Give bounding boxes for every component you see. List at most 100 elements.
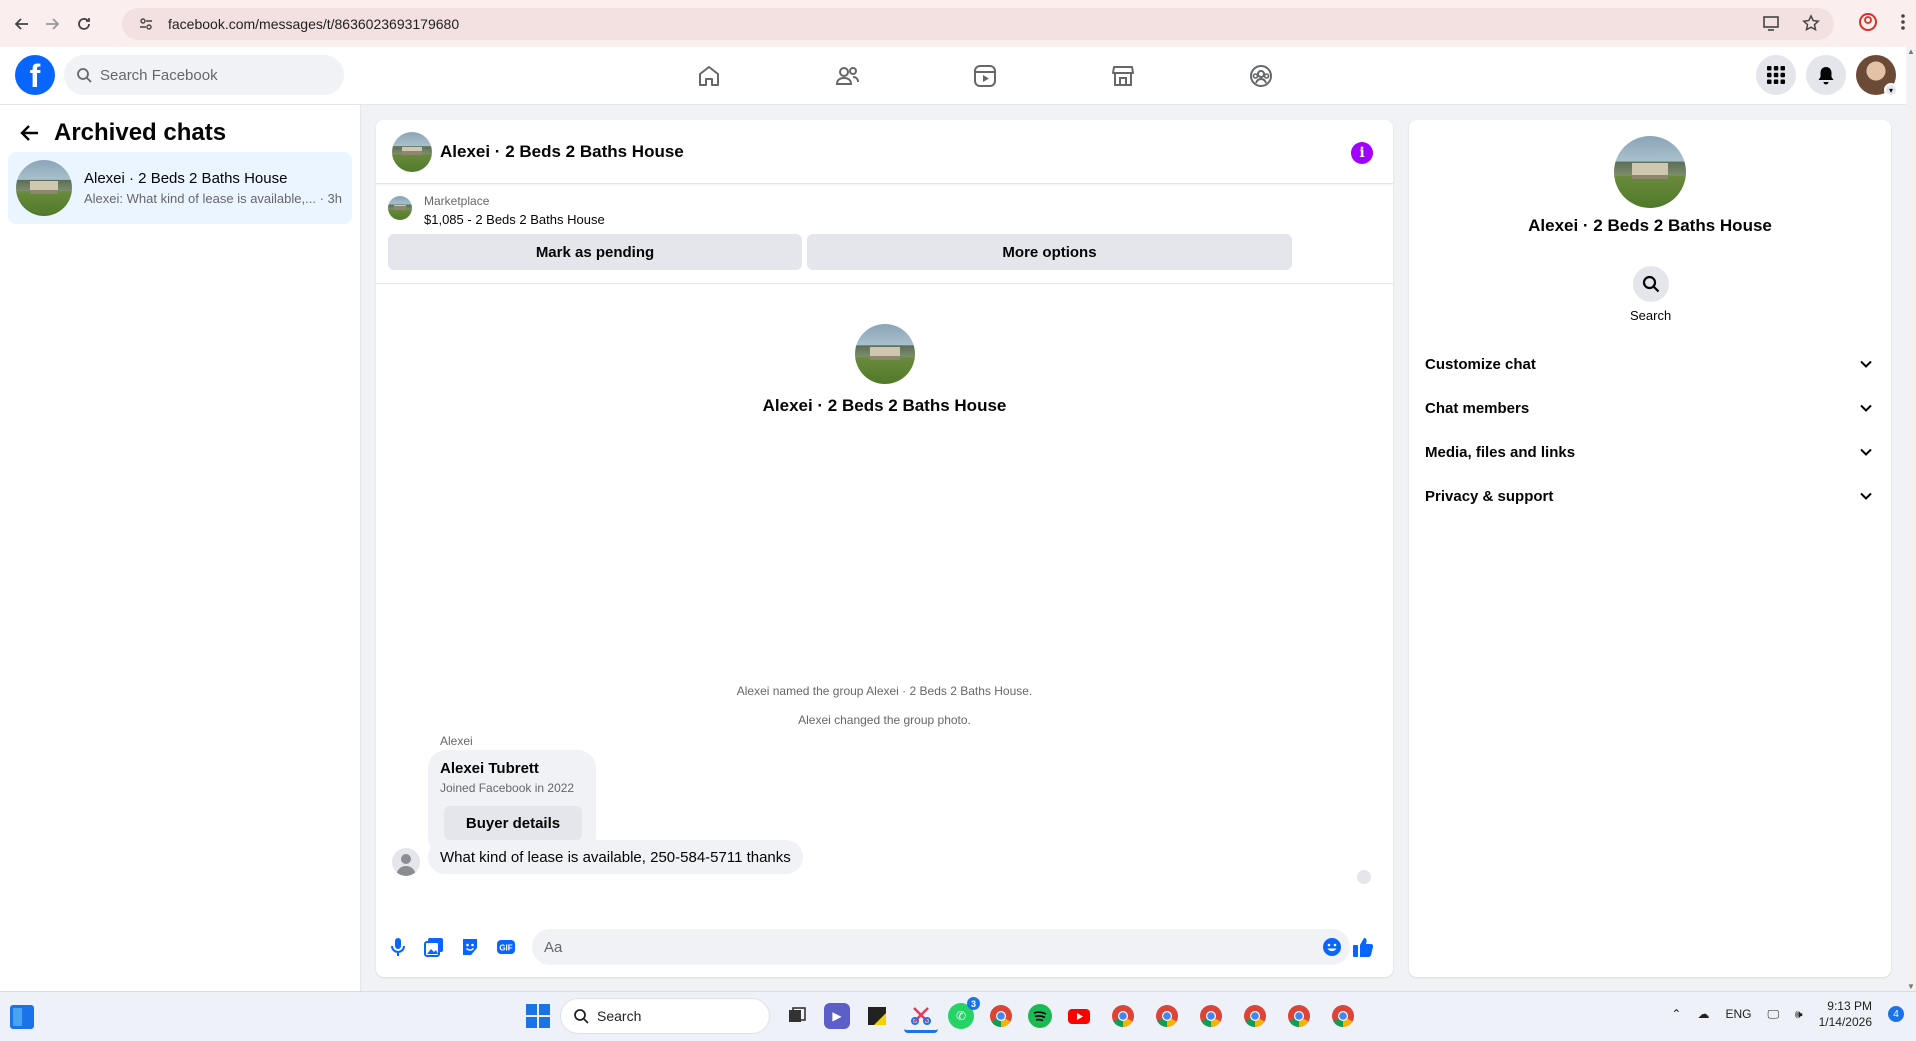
profile-icon[interactable] [1858,12,1878,32]
microphone-icon[interactable] [380,929,416,965]
section-label: Chat members [1425,399,1530,417]
chrome-icon[interactable] [984,999,1018,1033]
archived-chats-panel: Archived chats Alexei · 2 Beds 2 Baths H… [0,105,361,991]
chevron-up-icon[interactable]: ⌃ [1671,1007,1681,1021]
search-label: Search [1630,308,1672,323]
network-icon[interactable]: 🖵 [1767,1007,1779,1022]
gif-icon[interactable]: GIF [488,929,524,965]
chat-name: Alexei · 2 Beds 2 Baths House [84,170,288,187]
snipping-tool-icon[interactable] [904,999,938,1033]
browser-menu-icon[interactable] [1900,12,1906,32]
facebook-header: f Search Facebook ▾ [0,47,1906,105]
taskbar-search-placeholder: Search [597,1008,642,1024]
conversation-panel: Alexei · 2 Beds 2 Baths House i Marketpl… [376,120,1393,977]
mark-as-pending-button[interactable]: Mark as pending [388,234,802,270]
bookmark-star-icon[interactable] [1802,14,1820,32]
message-bubble[interactable]: What kind of lease is available, 250-584… [428,840,803,874]
listing-title[interactable]: $1,085 - 2 Beds 2 Baths House [424,212,605,227]
volume-icon[interactable]: 🕪 [1795,1007,1803,1022]
sender-avatar[interactable] [392,848,420,876]
message-thread: Alexei · 2 Beds 2 Baths House Alexei nam… [376,284,1393,912]
windows-start-icon[interactable] [526,1004,550,1028]
task-view-icon[interactable] [780,999,814,1033]
chrome-profile-icon[interactable] [1282,999,1316,1033]
conversation-title[interactable]: Alexei · 2 Beds 2 Baths House [440,142,684,162]
cloud-offline-icon[interactable]: ☁ [1697,1007,1709,1021]
message-composer: GIF Aa [376,917,1393,977]
svg-text:GIF: GIF [499,944,512,953]
search-button[interactable] [1632,266,1669,302]
section-label: Customize chat [1425,355,1536,373]
video-icon[interactable] [916,47,1054,105]
chevron-down-icon [1860,492,1872,500]
conversation-avatar[interactable] [392,131,432,172]
chevron-down-icon [1860,360,1872,368]
browser-toolbar: facebook.com/messages/t/8636023693179680 [0,0,1916,47]
sticky-notes-icon[interactable] [860,999,894,1033]
whatsapp-icon[interactable]: ✆ 3 [948,997,980,1029]
info-icon[interactable]: i [1351,142,1373,164]
site-settings-icon[interactable] [138,16,154,32]
facebook-search-input[interactable]: Search Facebook [64,55,344,95]
facebook-logo-icon[interactable]: f [15,55,55,95]
details-name: Alexei · 2 Beds 2 Baths House [1528,216,1772,235]
forward-arrow-icon[interactable] [34,6,70,42]
message-input[interactable]: Aa [532,929,1350,965]
back-arrow-icon[interactable] [20,123,40,143]
reload-icon[interactable] [66,6,102,42]
buyer-details-button[interactable]: Buyer details [444,806,582,840]
language-indicator[interactable]: ENG [1725,1007,1751,1021]
chrome-profile-icon[interactable] [1194,999,1228,1033]
marketplace-label: Marketplace [424,194,490,208]
group-photo [854,324,915,384]
home-icon[interactable] [640,47,778,105]
privacy-support-section[interactable]: Privacy & support [1425,474,1879,518]
emoji-icon[interactable] [1322,937,1342,957]
buyer-name: Alexei Tubrett [440,760,539,777]
install-app-icon[interactable] [1762,14,1780,32]
message-input-placeholder: Aa [544,938,563,956]
media-files-links-section[interactable]: Media, files and links [1425,430,1879,474]
page-title: Archived chats [54,119,227,146]
address-bar[interactable]: facebook.com/messages/t/8636023693179680 [122,8,1834,40]
marketplace-icon[interactable] [1054,47,1192,105]
youtube-icon[interactable] [1062,999,1096,1033]
whatsapp-badge: 3 [967,997,980,1010]
section-label: Privacy & support [1425,487,1554,505]
clock[interactable]: 9:13 PM 1/14/2026 [1819,998,1872,1030]
chat-members-section[interactable]: Chat members [1425,386,1879,430]
marketplace-banner: Marketplace $1,085 - 2 Beds 2 Baths Hous… [376,184,1393,284]
chat-list-item[interactable]: Alexei · 2 Beds 2 Baths House Alexei: Wh… [8,152,352,224]
clock-date: 1/14/2026 [1818,1015,1872,1029]
customize-chat-section[interactable]: Customize chat [1425,342,1879,386]
friends-icon[interactable] [778,47,916,105]
photo-icon[interactable] [416,929,452,965]
listing-thumbnail[interactable] [388,196,412,220]
chrome-profile-icon[interactable] [1238,999,1272,1033]
widgets-icon[interactable] [10,1005,34,1029]
notifications-bell-icon[interactable] [1806,55,1846,95]
teams-icon[interactable]: ▶ [824,1003,850,1029]
account-avatar[interactable]: ▾ [1856,55,1898,97]
system-message: Alexei changed the group photo. [798,713,971,727]
search-icon [77,68,92,83]
sticker-icon[interactable] [452,929,488,965]
more-options-button[interactable]: More options [807,234,1292,270]
page-scrollbar[interactable]: ▲ ▼ [1906,47,1916,991]
chrome-profile-icon[interactable] [1150,999,1184,1033]
chat-time: · 3h [319,191,342,206]
chevron-down-icon [1860,448,1872,456]
details-avatar[interactable] [1614,136,1686,208]
buyer-joined: Joined Facebook in 2022 [440,781,575,795]
thumbs-up-icon[interactable] [1345,929,1381,965]
spotify-icon[interactable] [1028,1004,1052,1028]
groups-icon[interactable] [1192,47,1330,105]
group-name: Alexei · 2 Beds 2 Baths House [762,396,1007,415]
url-text[interactable]: facebook.com/messages/t/8636023693179680 [168,16,459,32]
chevron-down-icon [1860,404,1872,412]
taskbar-search-input[interactable]: Search [560,998,770,1034]
notification-badge[interactable]: 4 [1888,1006,1904,1022]
chrome-profile-icon[interactable] [1106,999,1140,1033]
chrome-profile-icon[interactable] [1326,999,1360,1033]
menu-grid-icon[interactable] [1756,55,1796,95]
